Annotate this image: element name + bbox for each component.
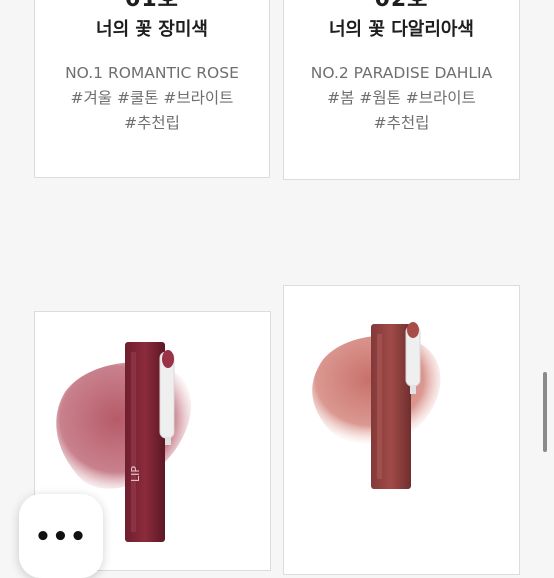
product-tags-2: #봄 #웜톤 #브라이트 [327, 89, 476, 107]
product-name-1: 너의 꽃 장미색 [96, 19, 208, 40]
product-description-1: NO.1 ROMANTIC ROSE #겨울 #쿨톤 #브라이트 #추천립 [35, 61, 269, 136]
product-number-2: 02호 [284, 0, 519, 13]
scrollbar-thumb[interactable] [543, 372, 547, 452]
product-card-2-image[interactable] [283, 285, 520, 575]
dahlia-lip-tint-image [312, 322, 441, 489]
product-english-name-1: NO.1 ROMANTIC ROSE [65, 64, 239, 82]
product-english-name-2: NO.2 PARADISE DAHLIA [310, 64, 493, 82]
svg-text:LIP: LIP [129, 466, 142, 482]
product-name-2: 너의 꽃 다알리아색 [328, 19, 474, 40]
product-tags-recommend-2: #추천립 [373, 114, 430, 132]
product-number-1: 01호 [35, 0, 269, 13]
more-dots-icon: ••• [34, 522, 88, 552]
product-card-1-info: 01호 너의 꽃 장미색 NO.1 ROMANTIC ROSE #겨울 #쿨톤 … [34, 0, 270, 178]
product-tags-1: #겨울 #쿨톤 #브라이트 [70, 89, 234, 107]
more-options-button[interactable]: ••• [19, 494, 103, 578]
product-description-2: NO.2 PARADISE DAHLIA #봄 #웜톤 #브라이트 #추천립 [284, 61, 519, 136]
product-card-2-info: 02호 너의 꽃 다알리아색 NO.2 PARADISE DAHLIA #봄 #… [283, 0, 520, 180]
product-tags-recommend-1: #추천립 [124, 114, 180, 132]
